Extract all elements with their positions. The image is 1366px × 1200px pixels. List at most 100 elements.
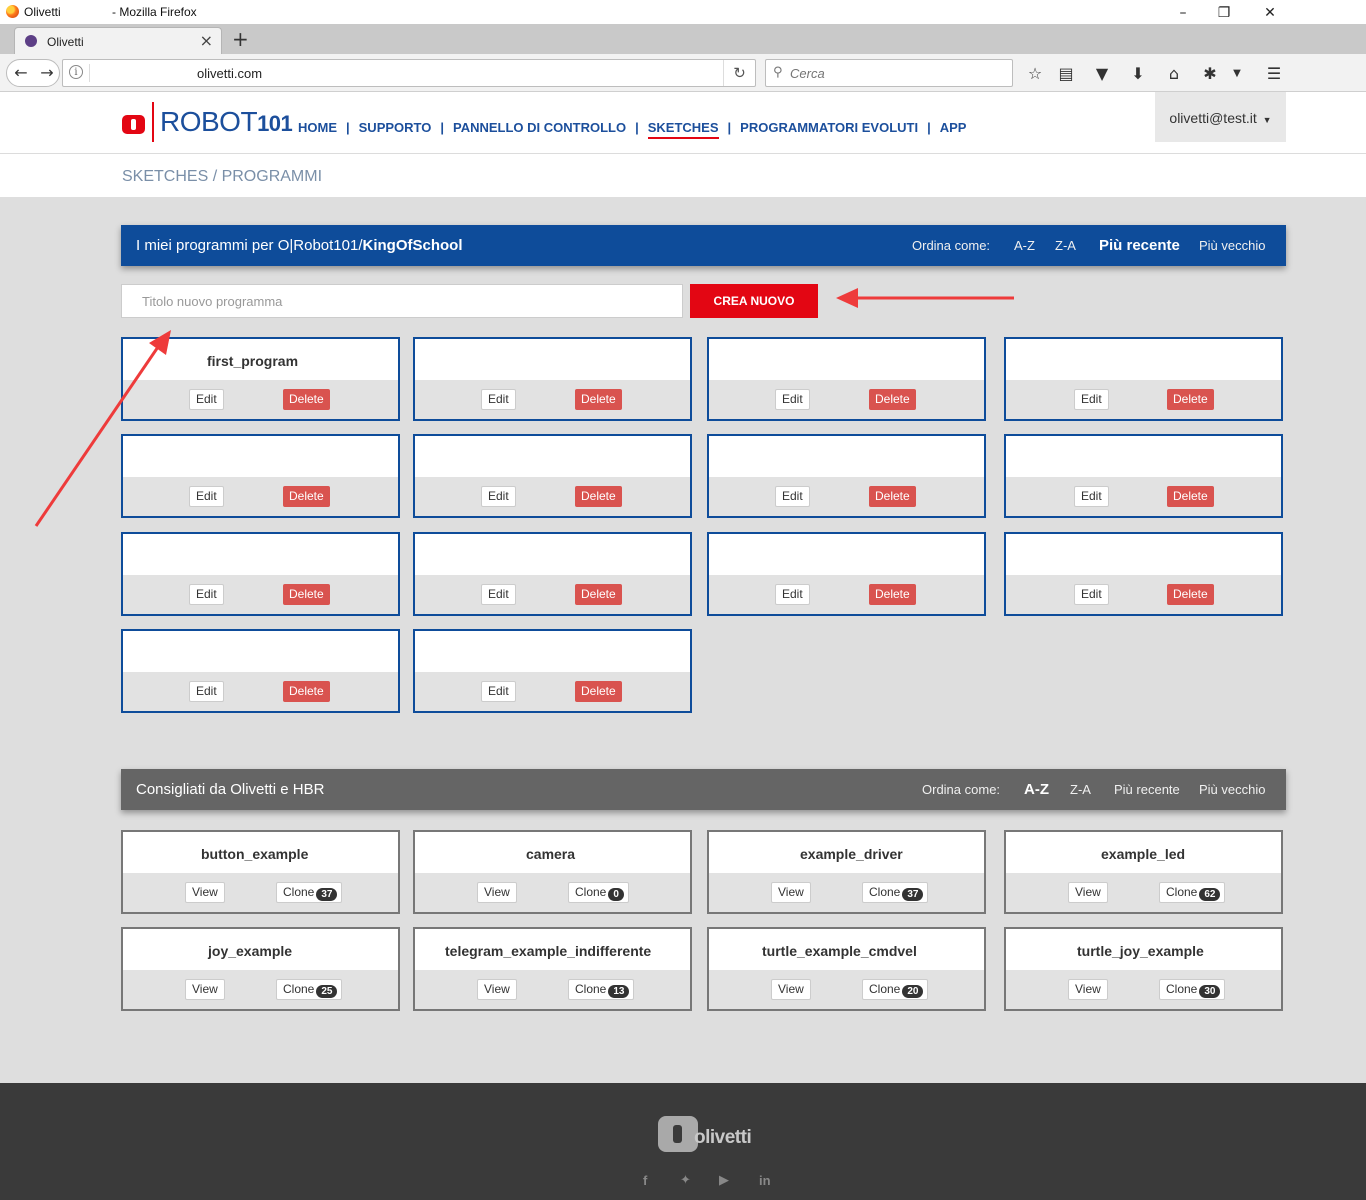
window-title: Olivetti: [24, 5, 61, 19]
nav-supporto[interactable]: SUPPORTO: [359, 120, 432, 135]
recommended-name[interactable]: turtle_example_cmdvel: [750, 939, 929, 963]
nav-home[interactable]: HOME: [298, 120, 337, 135]
user-menu[interactable]: olivetti@test.it ▼: [1155, 92, 1286, 142]
clone-button[interactable]: Clone 37: [862, 882, 929, 903]
view-button[interactable]: View: [477, 979, 517, 1000]
forward-arrow-icon[interactable]: →: [35, 59, 59, 87]
nav-programmatori-evoluti[interactable]: PROGRAMMATORI EVOLUTI: [740, 120, 918, 135]
delete-button[interactable]: Delete: [869, 486, 916, 507]
edit-button[interactable]: Edit: [189, 584, 224, 605]
edit-button[interactable]: Edit: [189, 486, 224, 507]
delete-button[interactable]: Delete: [575, 584, 622, 605]
url-bar[interactable]: i olivetti.com ↻: [62, 59, 756, 87]
search-bar[interactable]: ⚲: [765, 59, 1013, 87]
edit-button[interactable]: Edit: [481, 681, 516, 702]
clone-button[interactable]: Clone 37: [276, 882, 343, 903]
sort-oldest[interactable]: Più vecchio: [1199, 782, 1265, 797]
view-button[interactable]: View: [477, 882, 517, 903]
close-tab-icon[interactable]: ×: [200, 31, 213, 50]
delete-button[interactable]: Delete: [283, 681, 330, 702]
url-text[interactable]: olivetti.com: [197, 66, 262, 81]
clone-count-badge: 62: [1199, 888, 1221, 901]
nav-pannello-di-controllo[interactable]: PANNELLO DI CONTROLLO: [453, 120, 626, 135]
recommended-name[interactable]: example_driver: [788, 842, 915, 866]
facebook-icon[interactable]: f: [643, 1173, 647, 1188]
edit-button[interactable]: Edit: [481, 584, 516, 605]
bookmark-star-icon[interactable]: ☆: [1025, 64, 1045, 84]
edit-button[interactable]: Edit: [775, 486, 810, 507]
edit-button[interactable]: Edit: [481, 389, 516, 410]
delete-button[interactable]: Delete: [1167, 584, 1214, 605]
download-icon[interactable]: ⬇: [1128, 64, 1148, 84]
sort-az[interactable]: A-Z: [1014, 238, 1035, 253]
recommended-name[interactable]: button_example: [189, 842, 321, 866]
youtube-icon[interactable]: ▶: [719, 1173, 729, 1188]
edit-button[interactable]: Edit: [1074, 584, 1109, 605]
delete-button[interactable]: Delete: [283, 486, 330, 507]
extension-dropdown-icon[interactable]: ▼: [1227, 64, 1247, 84]
new-program-title-input[interactable]: [121, 284, 683, 318]
delete-button[interactable]: Delete: [1167, 389, 1214, 410]
browser-tab[interactable]: Olivetti ×: [14, 27, 222, 54]
edit-button[interactable]: Edit: [1074, 486, 1109, 507]
view-button[interactable]: View: [1068, 979, 1108, 1000]
nav-app[interactable]: APP: [940, 120, 967, 135]
delete-button[interactable]: Delete: [575, 486, 622, 507]
hamburger-menu-icon[interactable]: ☰: [1264, 64, 1284, 84]
nav-sketches[interactable]: SKETCHES: [647, 120, 719, 139]
reload-icon[interactable]: ↻: [723, 60, 755, 86]
view-button[interactable]: View: [1068, 882, 1108, 903]
clone-button[interactable]: Clone 20: [862, 979, 929, 1000]
extension-icon[interactable]: ✱: [1200, 64, 1220, 84]
sort-za[interactable]: Z-A: [1070, 782, 1091, 797]
delete-button[interactable]: Delete: [575, 389, 622, 410]
sort-za[interactable]: Z-A: [1055, 238, 1076, 253]
sort-most-recent[interactable]: Più recente: [1114, 782, 1180, 797]
delete-button[interactable]: Delete: [283, 584, 330, 605]
close-window-icon[interactable]: ✕: [1247, 0, 1293, 24]
delete-button[interactable]: Delete: [1167, 486, 1214, 507]
edit-button[interactable]: Edit: [189, 681, 224, 702]
sort-az[interactable]: A-Z: [1024, 781, 1049, 798]
clone-button[interactable]: Clone 62: [1159, 882, 1226, 903]
back-arrow-icon[interactable]: ←: [9, 59, 33, 87]
recommended-name[interactable]: example_led: [1089, 842, 1198, 866]
recommended-card: button_example View Clone 37: [121, 830, 400, 914]
sort-most-recent[interactable]: Più recente: [1099, 237, 1180, 254]
edit-button[interactable]: Edit: [775, 389, 810, 410]
recommended-name[interactable]: camera: [514, 842, 588, 866]
edit-button[interactable]: Edit: [775, 584, 810, 605]
edit-button[interactable]: Edit: [481, 486, 516, 507]
clone-button[interactable]: Clone 25: [276, 979, 343, 1000]
view-button[interactable]: View: [185, 882, 225, 903]
restore-icon[interactable]: ❐: [1201, 0, 1247, 24]
clone-button[interactable]: Clone 30: [1159, 979, 1226, 1000]
recommended-name[interactable]: telegram_example_indifferente: [433, 939, 664, 963]
new-tab-icon[interactable]: +: [232, 27, 249, 51]
linkedin-icon[interactable]: in: [759, 1173, 771, 1188]
view-button[interactable]: View: [771, 979, 811, 1000]
delete-button[interactable]: Delete: [575, 681, 622, 702]
search-input[interactable]: [790, 64, 1000, 82]
minimize-icon[interactable]: –: [1160, 0, 1206, 24]
edit-button[interactable]: Edit: [189, 389, 224, 410]
reading-list-icon[interactable]: ▤: [1056, 64, 1076, 84]
edit-button[interactable]: Edit: [1074, 389, 1109, 410]
delete-button[interactable]: Delete: [869, 389, 916, 410]
clone-button[interactable]: Clone 0: [568, 882, 629, 903]
home-icon[interactable]: ⌂: [1164, 64, 1184, 84]
recommended-name[interactable]: joy_example: [196, 939, 305, 963]
clone-button[interactable]: Clone 13: [568, 979, 635, 1000]
twitter-icon[interactable]: ✦: [680, 1173, 691, 1188]
robot101-logo[interactable]: ROBOT101: [160, 106, 293, 138]
create-new-button[interactable]: CREA NUOVO: [690, 284, 818, 318]
sort-oldest[interactable]: Più vecchio: [1199, 238, 1265, 253]
delete-button[interactable]: Delete: [869, 584, 916, 605]
program-name[interactable]: first_program: [195, 349, 311, 373]
pocket-icon[interactable]: ▼: [1092, 64, 1112, 84]
view-button[interactable]: View: [185, 979, 225, 1000]
site-info-icon[interactable]: i: [69, 65, 83, 79]
view-button[interactable]: View: [771, 882, 811, 903]
delete-button[interactable]: Delete: [283, 389, 330, 410]
recommended-name[interactable]: turtle_joy_example: [1065, 939, 1216, 963]
